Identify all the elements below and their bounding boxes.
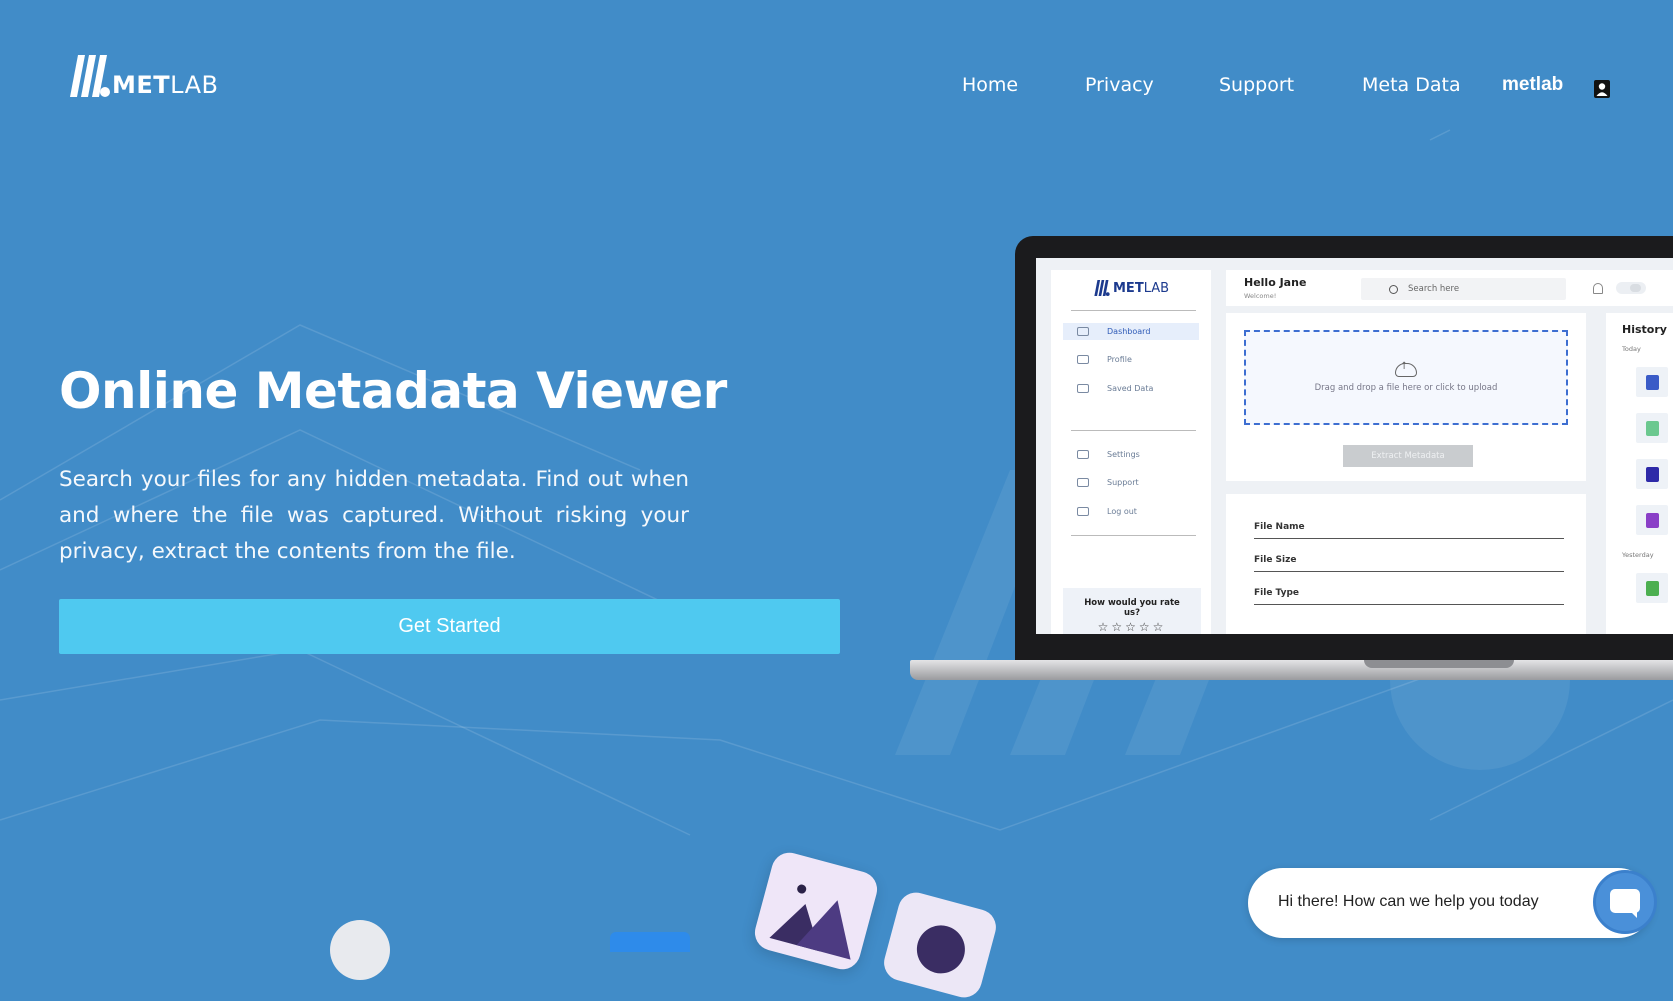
rating-prompt: How would you rate us? bbox=[1084, 598, 1180, 618]
preview-logo-icon bbox=[1094, 280, 1110, 296]
preview-logo-bold: MET bbox=[1113, 281, 1144, 296]
support-icon bbox=[1077, 478, 1089, 487]
document-file-icon bbox=[1646, 513, 1659, 528]
profile-icon bbox=[1077, 355, 1089, 364]
csv-file-icon bbox=[1646, 421, 1659, 436]
laptop-notch bbox=[1364, 660, 1514, 668]
search-icon bbox=[1389, 284, 1398, 294]
laptop-base bbox=[910, 660, 1673, 680]
dashboard-icon bbox=[1077, 327, 1089, 336]
main-nav: Home Privacy Support Meta Data metlab bbox=[0, 74, 1673, 104]
preview-sidebar-logout[interactable]: Log out bbox=[1063, 503, 1199, 520]
get-started-button[interactable]: Get Started bbox=[59, 599, 840, 654]
sidebar-item-label: Log out bbox=[1107, 507, 1137, 516]
hero-description: Search your files for any hidden metadat… bbox=[59, 467, 689, 564]
preview-topbar: Hello Jane Welcome! Search here bbox=[1226, 270, 1673, 306]
preview-sidebar-profile[interactable]: Profile bbox=[1063, 351, 1199, 368]
preview-search-input[interactable]: Search here bbox=[1361, 278, 1566, 300]
star-rating[interactable]: ☆☆☆☆☆ bbox=[1063, 620, 1201, 634]
history-audio-file[interactable] bbox=[1636, 459, 1668, 489]
hero-title: Online Metadata Viewer bbox=[59, 362, 727, 420]
welcome-text: Welcome! bbox=[1244, 292, 1277, 300]
preview-sidebar-dashboard[interactable]: Dashboard bbox=[1063, 323, 1199, 340]
image-file-icon bbox=[750, 848, 882, 974]
dropzone-hint: Drag and drop a file here or click to up… bbox=[1314, 383, 1498, 393]
file-type-field: File Type bbox=[1254, 588, 1564, 605]
chat-open-button[interactable] bbox=[1593, 870, 1657, 934]
file-size-field: File Size bbox=[1254, 555, 1564, 572]
preview-sidebar-settings[interactable]: Settings bbox=[1063, 446, 1199, 463]
video-file-icon bbox=[880, 888, 1000, 1001]
nav-home[interactable]: Home bbox=[962, 74, 1018, 96]
history-document-file[interactable] bbox=[1636, 505, 1668, 535]
image-file-icon bbox=[1646, 581, 1659, 596]
sidebar-item-label: Dashboard bbox=[1107, 327, 1151, 336]
gear-icon bbox=[1077, 450, 1089, 459]
history-image-file[interactable] bbox=[1636, 573, 1668, 603]
extract-metadata-button[interactable]: Extract Metadata bbox=[1343, 445, 1473, 467]
theme-toggle[interactable] bbox=[1616, 282, 1646, 294]
sun-shape bbox=[796, 883, 808, 895]
history-today-label: Today bbox=[1622, 345, 1641, 353]
file-info-card: File Name File Size File Type bbox=[1226, 494, 1586, 634]
decorative-tile bbox=[610, 932, 690, 952]
nav-support[interactable]: Support bbox=[1219, 74, 1294, 96]
nav-meta-data[interactable]: Meta Data bbox=[1362, 74, 1461, 96]
folder-icon bbox=[1077, 384, 1089, 393]
sidebar-divider bbox=[1071, 430, 1196, 431]
chat-message: Hi there! How can we help you today bbox=[1278, 893, 1539, 910]
decorative-sphere bbox=[330, 920, 390, 980]
file-dropzone[interactable]: Drag and drop a file here or click to up… bbox=[1244, 330, 1568, 425]
nav-privacy[interactable]: Privacy bbox=[1085, 74, 1154, 96]
sidebar-item-label: Profile bbox=[1107, 355, 1132, 364]
sidebar-item-label: Settings bbox=[1107, 450, 1140, 459]
sidebar-item-label: Saved Data bbox=[1107, 384, 1154, 393]
sidebar-item-label: Support bbox=[1107, 478, 1139, 487]
history-yesterday-label: Yesterday bbox=[1622, 551, 1654, 559]
upload-card: Drag and drop a file here or click to up… bbox=[1226, 313, 1586, 481]
history-panel: History Today Yesterday bbox=[1606, 313, 1673, 634]
nav-user-name[interactable]: metlab bbox=[1502, 74, 1563, 96]
file-name-field: File Name bbox=[1254, 522, 1564, 539]
play-circle-shape bbox=[911, 919, 971, 979]
preview-sidebar: MET LAB Dashboard Profile Saved Data Sett… bbox=[1051, 270, 1211, 634]
logout-icon bbox=[1077, 507, 1089, 516]
app-preview-screen: MET LAB Dashboard Profile Saved Data Sett… bbox=[1036, 258, 1673, 634]
preview-sidebar-saved-data[interactable]: Saved Data bbox=[1063, 380, 1199, 397]
history-csv-file[interactable] bbox=[1636, 413, 1668, 443]
bell-icon[interactable] bbox=[1593, 283, 1603, 294]
history-pdf-file[interactable] bbox=[1636, 367, 1668, 397]
history-title: History bbox=[1622, 323, 1667, 336]
preview-logo: MET LAB bbox=[1091, 280, 1169, 296]
greeting: Hello Jane bbox=[1244, 276, 1307, 289]
audio-file-icon bbox=[1646, 467, 1659, 482]
sidebar-divider bbox=[1071, 535, 1196, 536]
preview-sidebar-support[interactable]: Support bbox=[1063, 474, 1199, 491]
sidebar-divider bbox=[1071, 310, 1196, 311]
preview-logo-light: LAB bbox=[1143, 281, 1170, 296]
chat-bubble-icon bbox=[1610, 889, 1640, 918]
user-icon[interactable] bbox=[1594, 80, 1610, 98]
rating-card: How would you rate us? ☆☆☆☆☆ bbox=[1063, 588, 1201, 634]
mountain-shape bbox=[796, 892, 865, 960]
search-placeholder: Search here bbox=[1408, 284, 1460, 294]
pdf-file-icon bbox=[1646, 375, 1659, 390]
cloud-upload-icon bbox=[1395, 361, 1417, 377]
